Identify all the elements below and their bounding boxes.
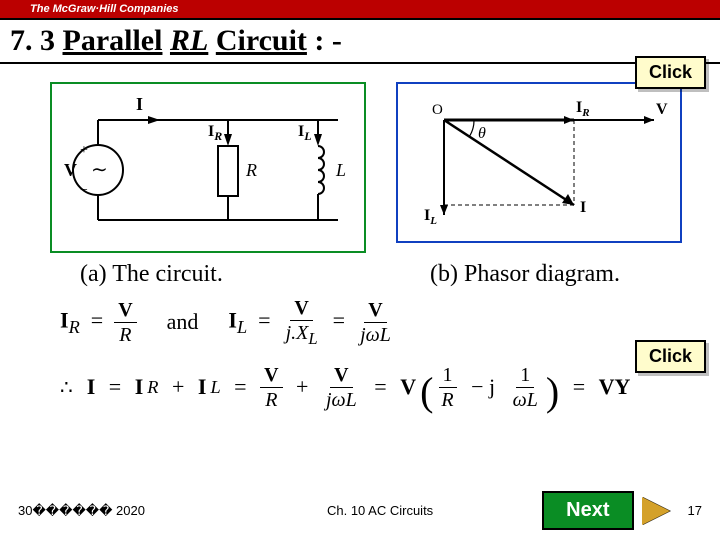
figures-row: ∼ + − V I IR R IL L [0, 64, 720, 253]
click-button-2[interactable]: Click [635, 340, 706, 373]
phasor-svg: O θ IR V IL I [404, 90, 674, 230]
brand-bar: The McGraw·Hill Companies [0, 0, 720, 20]
circuit-figure: ∼ + − V I IR R IL L [50, 82, 366, 253]
section-heading: 7. 3 Parallel RL Circuit : - [0, 20, 720, 64]
footer: 30������ 2020 Ch. 10 AC Circuits Next 17 [0, 491, 720, 530]
svg-text:I: I [136, 94, 143, 114]
svg-text:I: I [580, 199, 586, 216]
caption-b: (b) Phasor diagram. [430, 261, 620, 288]
svg-text:IL: IL [298, 123, 312, 143]
svg-text:IR: IR [576, 99, 590, 119]
svg-text:R: R [245, 160, 257, 180]
svg-text:θ: θ [478, 125, 486, 142]
captions-row: (a) The circuit. (b) Phasor diagram. [0, 253, 720, 288]
svg-text:−: − [80, 183, 88, 198]
svg-text:V: V [64, 160, 77, 180]
svg-text:L: L [335, 160, 346, 180]
next-group: Next 17 [542, 491, 702, 530]
svg-text:IL: IL [424, 207, 437, 227]
phasor-figure: O θ IR V IL I [396, 82, 682, 243]
svg-text:V: V [656, 101, 668, 118]
next-button[interactable]: Next [542, 491, 633, 530]
footer-chapter: Ch. 10 AC Circuits [218, 503, 542, 518]
svg-text:IR: IR [208, 123, 222, 143]
equations: IR = VR and IL = Vj.XL = VjωL ∴ I = IR +… [0, 288, 720, 412]
eq-row-1: IR = VR and IL = Vj.XL = VjωL [60, 296, 690, 349]
caption-a: (a) The circuit. [80, 261, 360, 288]
arrow-right-icon[interactable] [642, 497, 670, 525]
brand-text: The McGraw·Hill Companies [30, 3, 179, 15]
svg-text:+: + [80, 143, 88, 158]
svg-text:O: O [432, 102, 443, 118]
click-button-1[interactable]: Click [635, 56, 706, 89]
svg-text:∼: ∼ [91, 159, 108, 181]
page-number: 17 [688, 503, 702, 518]
eq-row-2: ∴ I = IR + IL = VR + VjωL = V ( 1R − j 1… [60, 363, 690, 412]
circuit-svg: ∼ + − V I IR R IL L [58, 90, 358, 240]
footer-date: 30������ 2020 [18, 503, 218, 519]
